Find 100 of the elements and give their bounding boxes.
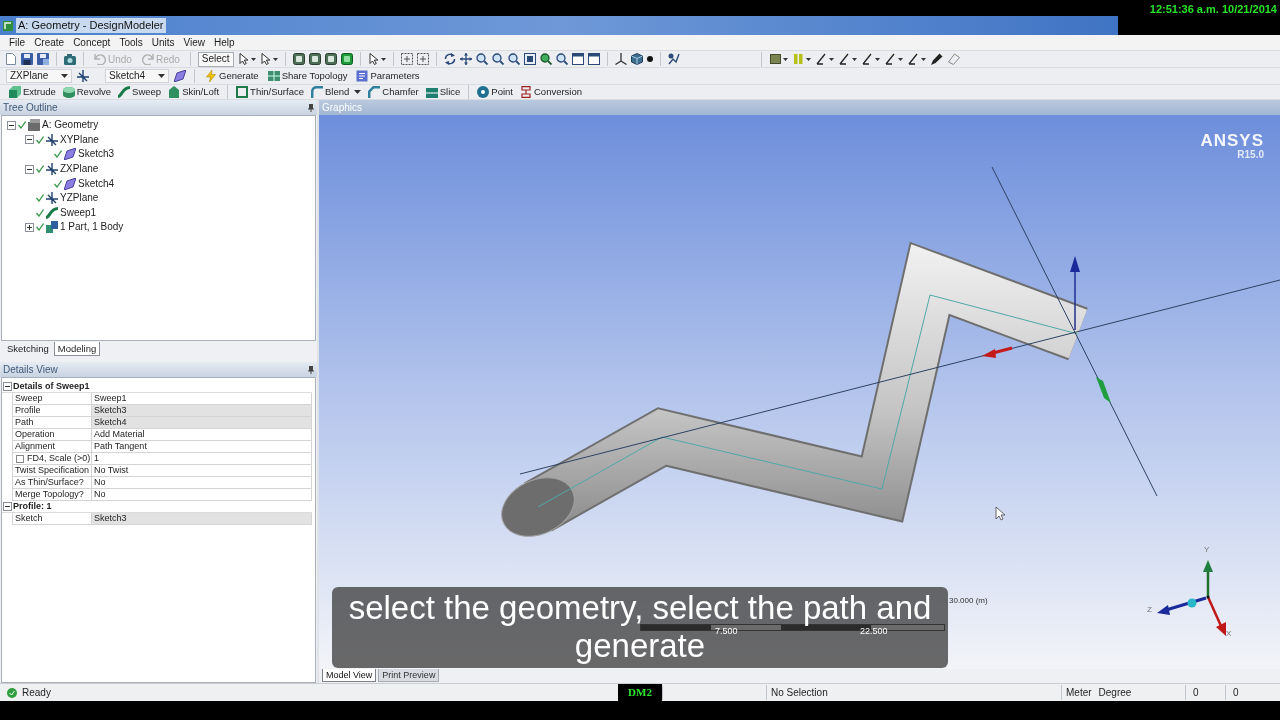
sketch-icon[interactable] [174, 70, 186, 82]
toolbar-button[interactable]: Revolve [60, 84, 114, 100]
plane-dropdown[interactable]: ZXPlane [6, 69, 72, 83]
select-button[interactable]: Select [197, 51, 234, 67]
zoom-icon[interactable] [475, 53, 488, 65]
sketch-dropdown[interactable]: Sketch4 [105, 69, 169, 83]
menu-item[interactable]: Units [149, 36, 177, 49]
edge-style-icon[interactable] [816, 53, 834, 65]
status-field: 0 [1233, 686, 1239, 699]
edge-style-icon[interactable] [839, 53, 857, 65]
expand-icon[interactable] [25, 222, 34, 232]
toolbar-button[interactable]: Generate [203, 68, 261, 84]
panel-title: Details View [3, 363, 58, 376]
tree-item[interactable]: YZPlane [60, 192, 99, 205]
status-icon [7, 687, 17, 698]
pen-icon[interactable] [931, 53, 943, 65]
edge-style-icon[interactable] [908, 53, 926, 65]
zoom-fit-icon[interactable] [523, 53, 536, 65]
tree-item[interactable]: A: Geometry [42, 119, 99, 132]
box-select-icon[interactable] [416, 53, 429, 65]
view-tab[interactable]: Model View [322, 669, 377, 682]
pin-icon[interactable] [308, 365, 314, 374]
collapse-icon[interactable] [25, 135, 34, 145]
display-square-icon[interactable] [770, 53, 788, 65]
toolbar-button[interactable]: Share Topology [265, 68, 350, 84]
filter-square-icon[interactable] [324, 53, 337, 65]
menu-item[interactable]: Create [32, 36, 67, 49]
cursor-icon[interactable] [237, 53, 256, 65]
menu-item[interactable]: File [7, 36, 28, 49]
caret-icon [158, 74, 165, 78]
toolbar-button[interactable]: Point [475, 84, 515, 100]
scale-label: 22.500 [860, 626, 888, 636]
tree-item[interactable]: Sketch4 [78, 177, 115, 190]
menu-item[interactable]: View [181, 36, 208, 49]
toolbar-button[interactable]: Conversion [518, 84, 585, 100]
look-at-icon[interactable] [667, 53, 680, 65]
filter-square-icon[interactable] [340, 53, 353, 65]
toolbar-button[interactable]: Parameters [354, 68, 422, 84]
tree-item[interactable]: XYPlane [60, 133, 99, 146]
lightning-icon [205, 70, 217, 82]
pin-icon[interactable] [308, 103, 314, 112]
document-icon[interactable] [5, 53, 17, 65]
panel-tab[interactable]: Sketching [4, 342, 52, 356]
menu-item[interactable]: Help [212, 36, 237, 49]
tree-item[interactable]: 1 Part, 1 Body [60, 221, 124, 234]
property-value[interactable]: Add Material [92, 429, 312, 441]
tree-item[interactable]: Sketch3 [78, 148, 115, 161]
eraser-icon[interactable] [948, 53, 960, 65]
panel-tab[interactable]: Modeling [53, 342, 101, 356]
parameter-checkbox[interactable] [16, 454, 24, 463]
menu-item[interactable]: Concept [71, 36, 113, 49]
plane-icon[interactable] [77, 70, 89, 82]
mouse-pointer-icon [995, 506, 1006, 521]
window-icon[interactable] [571, 53, 584, 65]
tree-item[interactable]: ZXPlane [60, 163, 99, 176]
toolbar-button[interactable]: Extrude [7, 84, 58, 100]
menu-item[interactable]: Tools [117, 36, 145, 49]
toolbar-button[interactable]: Sweep [116, 84, 164, 100]
property-value[interactable]: Sketch3 [92, 513, 312, 525]
property-value[interactable]: No [92, 489, 312, 501]
property-value[interactable]: Path Tangent [92, 441, 312, 453]
property-value[interactable]: No [92, 477, 312, 489]
camera-icon[interactable] [64, 53, 76, 65]
view-tab[interactable]: Print Preview [378, 669, 440, 682]
edge-style-icon[interactable] [862, 53, 880, 65]
cursor-icon[interactable] [259, 53, 278, 65]
zoom-icon[interactable] [555, 53, 568, 65]
filter-square-icon[interactable] [308, 53, 321, 65]
tree-item[interactable]: Sweep1 [60, 206, 97, 219]
collapse-icon[interactable] [25, 164, 34, 174]
box-select-icon[interactable] [400, 53, 413, 65]
edge-style-icon[interactable] [885, 53, 903, 65]
pan-icon[interactable] [459, 53, 472, 65]
zoom-icon[interactable] [507, 53, 520, 65]
toolbar-button[interactable]: Chamfer [366, 84, 421, 100]
filter-square-icon[interactable] [292, 53, 305, 65]
property-value[interactable]: Sketch4 [92, 417, 312, 429]
axis-label: X [1226, 629, 1232, 638]
zoom-icon[interactable] [539, 53, 552, 65]
property-value[interactable]: Sweep1 [92, 393, 312, 405]
zoom-icon[interactable] [491, 53, 504, 65]
axes-icon[interactable] [614, 53, 627, 65]
property-value[interactable]: 1 [92, 453, 312, 465]
collapse-icon[interactable] [3, 502, 12, 511]
cursor-icon[interactable] [367, 53, 386, 65]
window-icon[interactable] [587, 53, 600, 65]
toolbar-button[interactable]: Slice [423, 84, 463, 100]
collapse-icon[interactable] [3, 382, 12, 391]
rotate-icon[interactable] [443, 53, 456, 65]
geometry-icon [28, 119, 40, 132]
collapse-icon[interactable] [7, 120, 16, 130]
dot-icon[interactable] [646, 56, 653, 62]
property-value[interactable]: Sketch3 [92, 405, 312, 417]
toolbar-button[interactable]: Blend [309, 84, 364, 100]
logo-text: ANSYS [1200, 132, 1264, 149]
cube-icon[interactable] [630, 53, 643, 65]
toolbar-button[interactable]: Thin/Surface [234, 84, 306, 100]
property-value[interactable]: No Twist [92, 465, 312, 477]
toolbar-button[interactable]: Skin/Loft [166, 84, 222, 100]
display-bars-icon[interactable] [793, 53, 811, 65]
